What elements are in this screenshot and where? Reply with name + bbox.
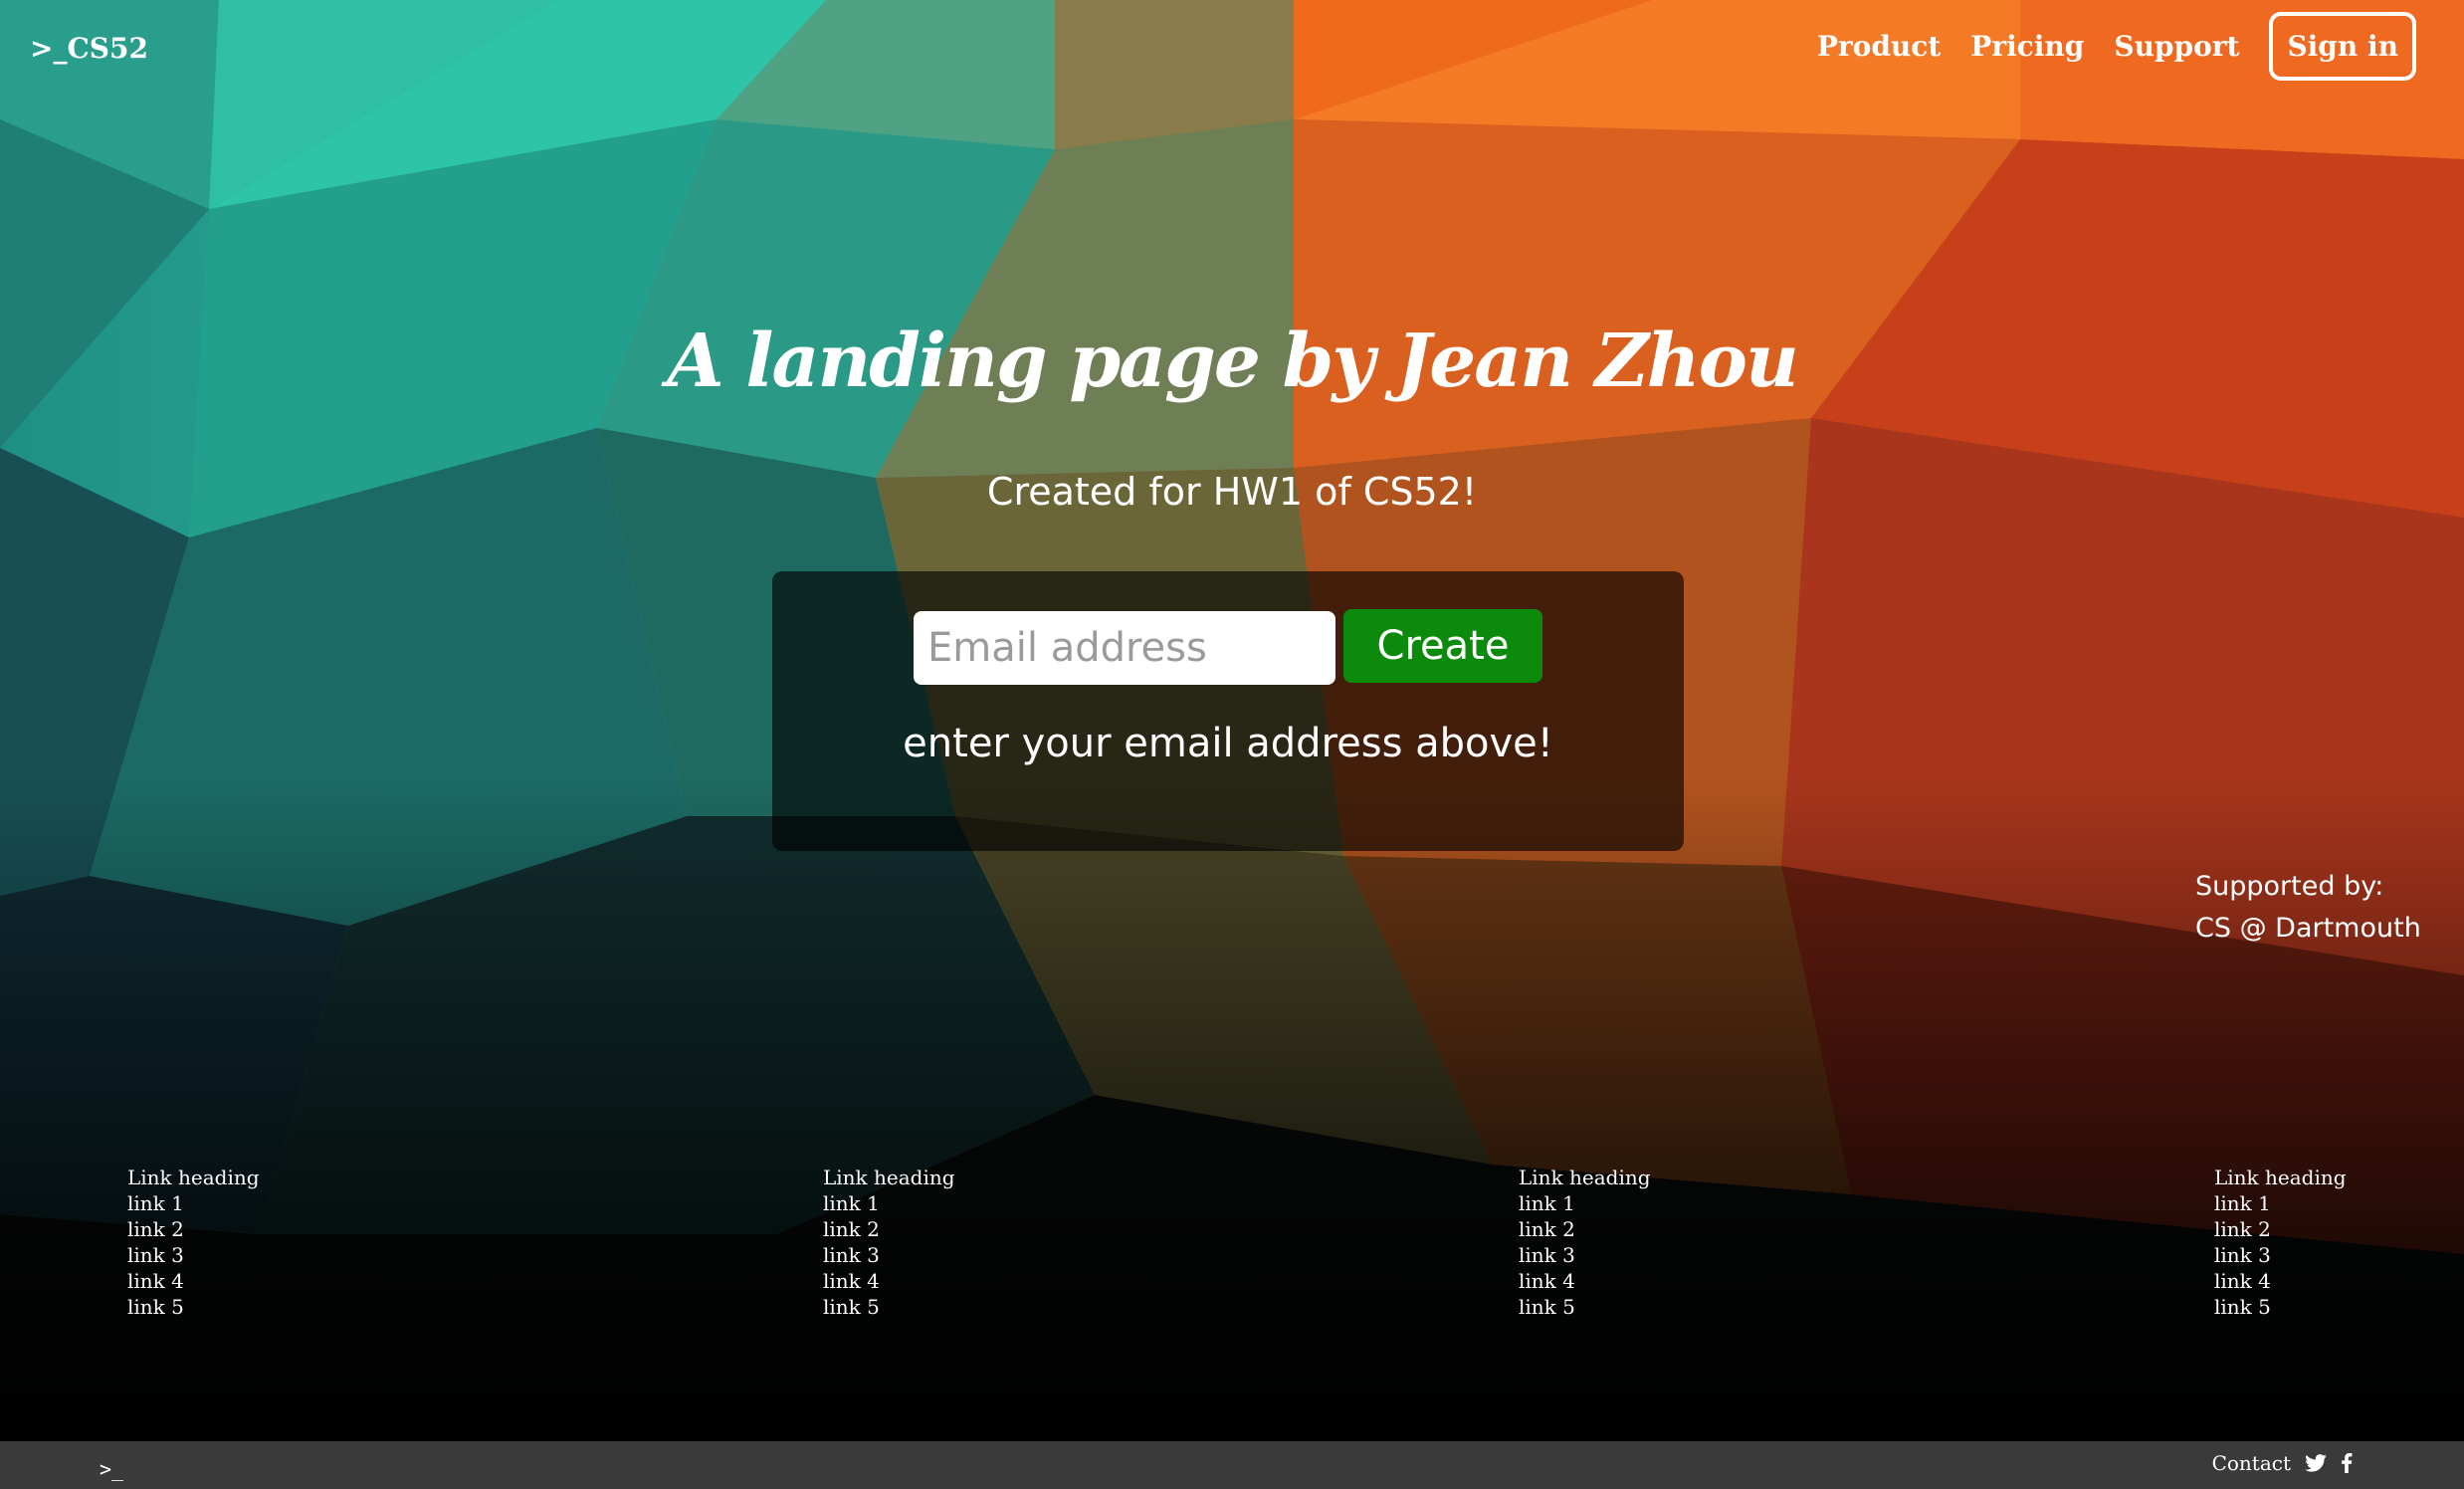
column-link[interactable]: link 4 <box>1519 1268 1651 1294</box>
twitter-icon[interactable] <box>2305 1454 2327 1472</box>
footer-links: Contact <box>2212 1451 2353 1475</box>
column-link[interactable]: link 5 <box>823 1294 955 1320</box>
column-link[interactable]: link 1 <box>1519 1190 1651 1216</box>
column-link[interactable]: link 5 <box>127 1294 260 1320</box>
footer-brand[interactable]: >_ <box>100 1457 123 1481</box>
link-column: Link heading link 1 link 2 link 3 link 4… <box>2214 1165 2347 1320</box>
link-column: Link heading link 1 link 2 link 3 link 4… <box>127 1165 260 1320</box>
contact-link[interactable]: Contact <box>2212 1451 2291 1475</box>
column-link[interactable]: link 5 <box>2214 1294 2347 1320</box>
column-link[interactable]: link 2 <box>2214 1216 2347 1242</box>
signup-panel: Create enter your email address above! <box>772 571 1684 851</box>
column-link[interactable]: link 4 <box>2214 1268 2347 1294</box>
link-column-heading: Link heading <box>2214 1166 2347 1189</box>
column-link[interactable]: link 3 <box>127 1242 260 1268</box>
column-link[interactable]: link 3 <box>1519 1242 1651 1268</box>
column-link[interactable]: link 1 <box>823 1190 955 1216</box>
email-input[interactable] <box>914 611 1335 685</box>
column-link[interactable]: link 4 <box>823 1268 955 1294</box>
column-link[interactable]: link 4 <box>127 1268 260 1294</box>
link-column-heading: Link heading <box>1519 1166 1651 1189</box>
link-column: Link heading link 1 link 2 link 3 link 4… <box>823 1165 955 1320</box>
link-column: Link heading link 1 link 2 link 3 link 4… <box>1519 1165 1651 1320</box>
link-column-heading: Link heading <box>823 1166 955 1189</box>
sign-in-button[interactable]: Sign in <box>2269 12 2416 81</box>
nav-link-product[interactable]: Product <box>1817 30 1941 63</box>
column-link[interactable]: link 3 <box>2214 1242 2347 1268</box>
signup-hint: enter your email address above! <box>903 721 1553 766</box>
hero-subtitle: Created for HW1 of CS52! <box>986 470 1478 514</box>
column-link[interactable]: link 3 <box>823 1242 955 1268</box>
facebook-icon[interactable] <box>2341 1453 2353 1473</box>
landing-page: >_CS52 Product Pricing Support Sign in A… <box>0 0 2464 1489</box>
supported-by: Supported by: CS @ Dartmouth <box>2195 866 2421 950</box>
nav-link-support[interactable]: Support <box>2114 30 2239 63</box>
brand-logo[interactable]: >_CS52 <box>30 32 148 65</box>
create-button[interactable]: Create <box>1343 609 1542 683</box>
footer-bar: >_ Contact <box>0 1441 2464 1489</box>
link-column-heading: Link heading <box>127 1166 260 1189</box>
column-link[interactable]: link 1 <box>2214 1190 2347 1216</box>
column-link[interactable]: link 2 <box>823 1216 955 1242</box>
column-link[interactable]: link 2 <box>127 1216 260 1242</box>
column-link[interactable]: link 1 <box>127 1190 260 1216</box>
hero-title: A landing page by Jean Zhou <box>667 319 1799 404</box>
supporter-name: CS @ Dartmouth <box>2195 913 2421 944</box>
column-link[interactable]: link 2 <box>1519 1216 1651 1242</box>
supported-by-label: Supported by: <box>2195 871 2384 902</box>
top-nav: Product Pricing Support Sign in <box>1817 12 2416 81</box>
column-link[interactable]: link 5 <box>1519 1294 1651 1320</box>
nav-link-pricing[interactable]: Pricing <box>1970 30 2084 63</box>
